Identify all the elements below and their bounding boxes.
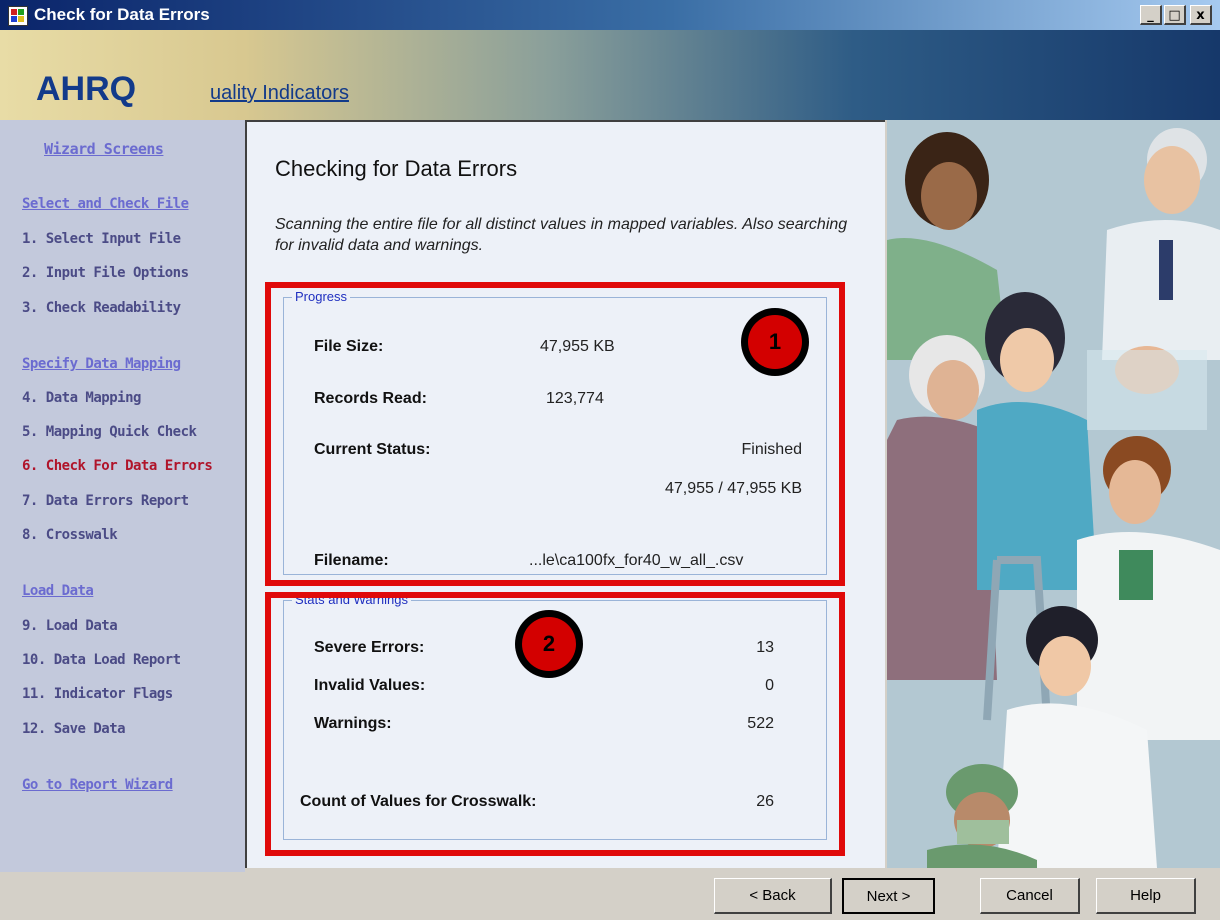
back-button[interactable]: < Back: [714, 878, 832, 914]
sidebar-item-select-input-file[interactable]: 1. Select Input File: [22, 231, 181, 247]
main-panel: Checking for Data Errors Scanning the en…: [245, 120, 885, 868]
logo-text: uality Indicators: [210, 82, 349, 104]
sidebar-item-check-for-data-errors[interactable]: 6. Check For Data Errors: [22, 458, 213, 474]
sidebar-section-select-and-check-file[interactable]: Select and Check File: [22, 196, 189, 212]
sidebar-item-load-data[interactable]: 9. Load Data: [22, 618, 118, 634]
sidebar-item-save-data[interactable]: 12. Save Data: [22, 721, 126, 737]
sidebar-item-data-load-report[interactable]: 10. Data Load Report: [22, 652, 181, 668]
sidebar-item-data-errors-report[interactable]: 7. Data Errors Report: [22, 493, 189, 509]
illustration-panel: [887, 120, 1220, 868]
medical-staff-illustration: [887, 120, 1220, 868]
sidebar-item-check-readability[interactable]: 3. Check Readability: [22, 300, 181, 316]
page-description: Scanning the entire file for all distinc…: [275, 216, 848, 254]
callout-number-1: 1: [748, 315, 802, 369]
sidebar-item-crosswalk[interactable]: 8. Crosswalk: [22, 527, 118, 543]
callout-marker-1: 1: [741, 308, 809, 376]
maximize-button[interactable]: □: [1164, 5, 1186, 25]
close-button[interactable]: x: [1190, 5, 1212, 25]
sidebar-item-mapping-quick-check[interactable]: 5. Mapping Quick Check: [22, 424, 197, 440]
sidebar-item-input-file-options[interactable]: 2. Input File Options: [22, 265, 189, 281]
app-icon: [8, 6, 28, 26]
minimize-button[interactable]: _: [1140, 5, 1162, 25]
sidebar-link-go-to-report-wizard[interactable]: Go to Report Wizard: [22, 777, 173, 793]
sidebar-section-specify-data-mapping[interactable]: Specify Data Mapping: [22, 356, 181, 372]
title-bar: Check for Data Errors _ □ x: [0, 0, 1220, 30]
cancel-button[interactable]: Cancel: [980, 878, 1080, 914]
next-button[interactable]: Next >: [842, 878, 935, 914]
help-button[interactable]: Help: [1096, 878, 1196, 914]
sidebar-item-data-mapping[interactable]: 4. Data Mapping: [22, 390, 141, 406]
sidebar-item-indicator-flags[interactable]: 11. Indicator Flags: [22, 686, 173, 702]
sidebar-heading-wizard-screens[interactable]: Wizard Screens: [44, 140, 164, 158]
wizard-sidebar: Wizard Screens Select and Check File 1. …: [0, 120, 245, 872]
page-title: Checking for Data Errors: [275, 156, 518, 181]
callout-number-2: 2: [522, 617, 576, 671]
sidebar-section-load-data[interactable]: Load Data: [22, 583, 94, 599]
logo-bold: AHRQ: [36, 70, 137, 108]
header-banner: AHRQ uality Indicators: [0, 30, 1220, 120]
window-title: Check for Data Errors: [34, 5, 210, 24]
callout-marker-2: 2: [515, 610, 583, 678]
wizard-window: Check for Data Errors _ □ x AHRQ uality …: [0, 0, 1220, 920]
